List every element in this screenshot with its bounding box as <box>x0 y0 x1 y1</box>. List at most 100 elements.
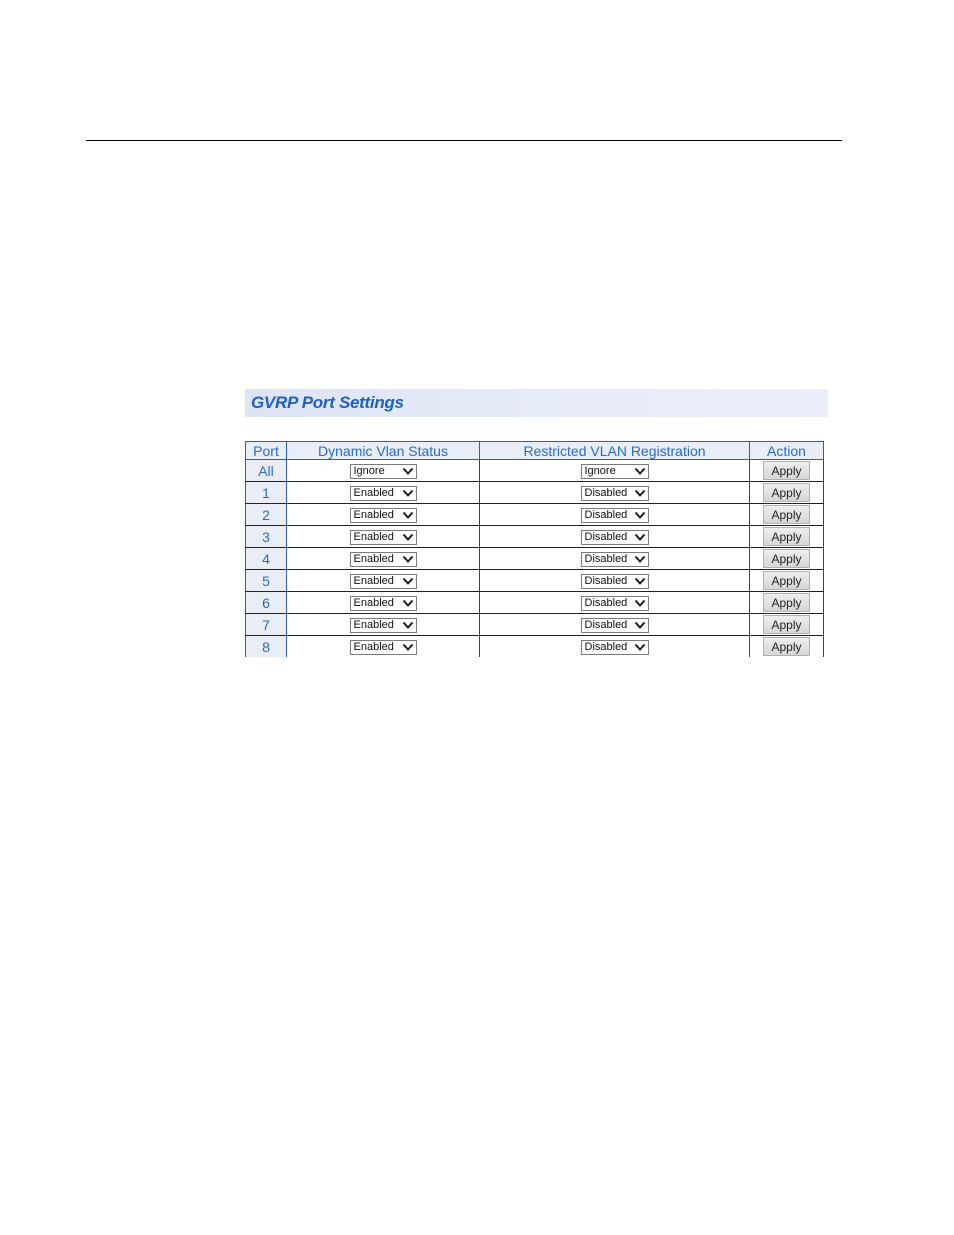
apply-button[interactable]: Apply <box>763 549 810 568</box>
table-row: 6 Enabled Disabled Apply <box>245 591 824 614</box>
restricted-vlan-registration-select[interactable]: Disabled <box>580 485 649 501</box>
dynamic-vlan-status-select[interactable]: Enabled <box>349 573 417 589</box>
panel-title-bar: GVRP Port Settings <box>245 389 828 417</box>
apply-button[interactable]: Apply <box>763 505 810 524</box>
apply-button[interactable]: Apply <box>763 593 810 612</box>
dynamic-vlan-status-cell: Enabled <box>286 591 480 614</box>
dynamic-vlan-status-cell: Enabled <box>286 525 480 548</box>
restricted-vlan-registration-select[interactable]: Disabled <box>580 507 649 523</box>
action-cell: Apply <box>749 591 824 614</box>
dynamic-vlan-status-value: Enabled <box>353 553 394 566</box>
restricted-vlan-registration-value: Disabled <box>584 531 628 544</box>
chevron-down-icon <box>634 578 645 586</box>
port-cell: 5 <box>245 569 287 592</box>
apply-button[interactable]: Apply <box>763 461 810 480</box>
port-label: All <box>258 462 274 479</box>
restricted-vlan-registration-value: Disabled <box>584 553 628 566</box>
dynamic-vlan-status-value: Enabled <box>353 487 394 500</box>
restricted-vlan-registration-value: Ignore <box>584 465 616 478</box>
dynamic-vlan-status-select[interactable]: Enabled <box>349 551 417 567</box>
chevron-down-icon <box>634 644 645 652</box>
dynamic-vlan-status-value: Ignore <box>353 465 385 478</box>
restricted-vlan-registration-cell: Disabled <box>479 481 750 504</box>
dynamic-vlan-status-value: Enabled <box>353 531 394 544</box>
port-cell: 1 <box>245 481 287 504</box>
dynamic-vlan-status-select[interactable]: Enabled <box>349 595 417 611</box>
table-row: 7 Enabled Disabled Apply <box>245 613 824 636</box>
restricted-vlan-registration-select[interactable]: Disabled <box>580 551 649 567</box>
chevron-down-icon <box>402 468 413 476</box>
dynamic-vlan-status-select[interactable]: Enabled <box>349 507 417 523</box>
port-label: 2 <box>262 506 270 523</box>
port-label: 5 <box>262 572 270 589</box>
port-cell: 7 <box>245 613 287 636</box>
apply-button[interactable]: Apply <box>763 571 810 590</box>
restricted-vlan-registration-cell: Ignore <box>479 459 750 482</box>
action-cell: Apply <box>749 525 824 548</box>
restricted-vlan-registration-select[interactable]: Disabled <box>580 529 649 545</box>
dynamic-vlan-status-cell: Enabled <box>286 613 480 636</box>
restricted-vlan-registration-cell: Disabled <box>479 591 750 614</box>
dynamic-vlan-status-select[interactable]: Enabled <box>349 529 417 545</box>
chevron-down-icon <box>402 512 413 520</box>
chevron-down-icon <box>634 556 645 564</box>
column-header-dynamic-vlan-status: Dynamic Vlan Status <box>286 441 480 460</box>
chevron-down-icon <box>402 622 413 630</box>
chevron-down-icon <box>634 512 645 520</box>
restricted-vlan-registration-value: Disabled <box>584 619 628 632</box>
dynamic-vlan-status-select[interactable]: Enabled <box>349 485 417 501</box>
restricted-vlan-registration-select[interactable]: Disabled <box>580 617 649 633</box>
restricted-vlan-registration-cell: Disabled <box>479 613 750 636</box>
chevron-down-icon <box>402 556 413 564</box>
dynamic-vlan-status-cell: Enabled <box>286 569 480 592</box>
port-cell: 2 <box>245 503 287 526</box>
chevron-down-icon <box>634 600 645 608</box>
restricted-vlan-registration-select[interactable]: Ignore <box>580 463 649 479</box>
chevron-down-icon <box>634 534 645 542</box>
dynamic-vlan-status-select[interactable]: Ignore <box>349 463 417 479</box>
column-header-port: Port <box>245 441 287 460</box>
restricted-vlan-registration-value: Disabled <box>584 575 628 588</box>
port-label: 3 <box>262 528 270 545</box>
column-header-action: Action <box>749 441 824 460</box>
port-cell: All <box>245 459 287 482</box>
chevron-down-icon <box>634 622 645 630</box>
action-cell: Apply <box>749 613 824 636</box>
table-row: 5 Enabled Disabled Apply <box>245 569 824 592</box>
chevron-down-icon <box>634 490 645 498</box>
action-cell: Apply <box>749 635 824 657</box>
dynamic-vlan-status-cell: Enabled <box>286 503 480 526</box>
action-cell: Apply <box>749 481 824 504</box>
apply-button[interactable]: Apply <box>763 527 810 546</box>
apply-button[interactable]: Apply <box>763 483 810 502</box>
dynamic-vlan-status-select[interactable]: Enabled <box>349 617 417 633</box>
action-cell: Apply <box>749 459 824 482</box>
restricted-vlan-registration-cell: Disabled <box>479 503 750 526</box>
restricted-vlan-registration-cell: Disabled <box>479 569 750 592</box>
dynamic-vlan-status-value: Enabled <box>353 597 394 610</box>
dynamic-vlan-status-select[interactable]: Enabled <box>349 639 417 655</box>
chevron-down-icon <box>402 534 413 542</box>
port-label: 4 <box>262 550 270 567</box>
panel-title: GVRP Port Settings <box>251 393 404 412</box>
chevron-down-icon <box>402 600 413 608</box>
restricted-vlan-registration-select[interactable]: Disabled <box>580 639 649 655</box>
gvrp-port-settings-table: Port Dynamic Vlan Status Restricted VLAN… <box>245 441 824 657</box>
restricted-vlan-registration-select[interactable]: Disabled <box>580 573 649 589</box>
apply-button[interactable]: Apply <box>763 615 810 634</box>
dynamic-vlan-status-value: Enabled <box>353 575 394 588</box>
dynamic-vlan-status-value: Enabled <box>353 509 394 522</box>
action-cell: Apply <box>749 569 824 592</box>
restricted-vlan-registration-value: Disabled <box>584 487 628 500</box>
restricted-vlan-registration-select[interactable]: Disabled <box>580 595 649 611</box>
restricted-vlan-registration-value: Disabled <box>584 597 628 610</box>
port-cell: 8 <box>245 635 287 657</box>
dynamic-vlan-status-cell: Enabled <box>286 547 480 570</box>
action-cell: Apply <box>749 547 824 570</box>
port-cell: 3 <box>245 525 287 548</box>
apply-button[interactable]: Apply <box>763 637 810 656</box>
action-cell: Apply <box>749 503 824 526</box>
restricted-vlan-registration-cell: Disabled <box>479 525 750 548</box>
port-cell: 6 <box>245 591 287 614</box>
chevron-down-icon <box>634 468 645 476</box>
